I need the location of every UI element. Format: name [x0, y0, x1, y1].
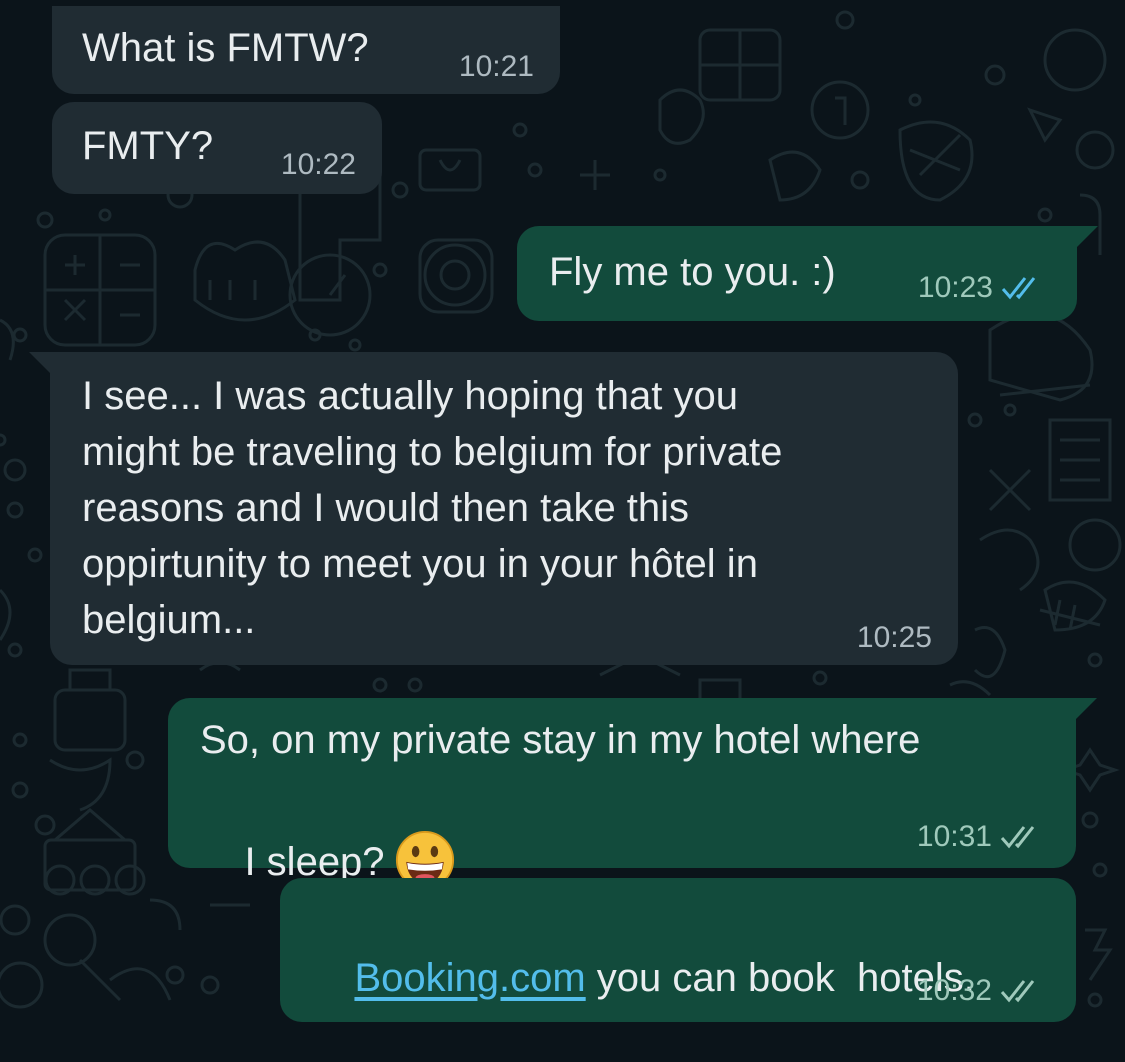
- message-time: 10:25: [856, 621, 932, 654]
- message-time: 10:32: [917, 974, 1046, 1008]
- read-receipt-icon: [1001, 277, 1036, 300]
- bubble-tail-icon: [1076, 226, 1098, 248]
- message-text: FMTY?: [82, 124, 214, 168]
- delivered-receipt-icon: [1000, 826, 1035, 849]
- message-time: 10:21: [458, 50, 534, 83]
- message-time: 10:22: [280, 148, 356, 181]
- booking-link[interactable]: Booking.com: [354, 956, 585, 1000]
- message-bubble-incoming[interactable]: What is FMTW? 10:21: [52, 6, 560, 94]
- message-bubble-incoming[interactable]: I see... I was actually hoping that you …: [50, 352, 958, 665]
- message-time: 10:31: [917, 820, 1046, 854]
- message-text: Fly me to you. :): [549, 250, 836, 294]
- delivered-receipt-icon: [1000, 980, 1035, 1003]
- message-bubble-incoming[interactable]: FMTY? 10:22: [52, 102, 382, 194]
- message-text: I see... I was actually hoping that you …: [82, 374, 783, 642]
- message-bubble-outgoing[interactable]: Fly me to you. :) 10:23: [517, 226, 1077, 321]
- message-text: What is FMTW?: [82, 26, 369, 70]
- message-text: Booking.com you can book hotels.: [354, 956, 975, 1000]
- bubble-tail-icon: [1075, 698, 1097, 720]
- bubble-tail-icon: [29, 352, 51, 374]
- message-bubble-outgoing[interactable]: So, on my private stay in my hotel where…: [168, 698, 1076, 890]
- message-bubble-outgoing[interactable]: Booking.com you can book hotels. 10:32: [280, 878, 1076, 1022]
- message-time: 10:23: [918, 271, 1047, 305]
- message-text-line: So, on my private stay in my hotel where: [200, 718, 921, 762]
